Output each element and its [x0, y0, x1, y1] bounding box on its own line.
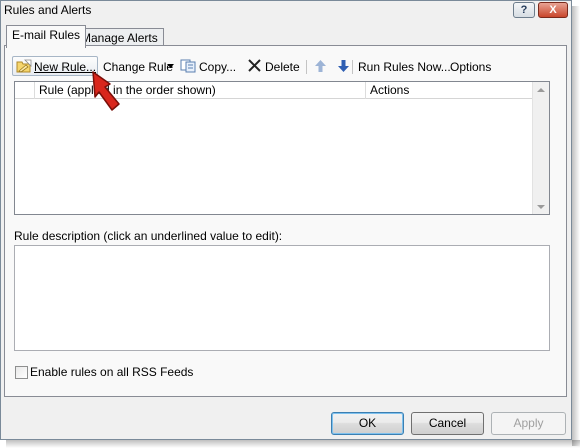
chevron-down-icon [167, 64, 174, 68]
toolbar-separator [306, 60, 307, 74]
ok-button[interactable]: OK [331, 412, 404, 435]
scroll-up-arrow-icon[interactable] [537, 88, 545, 92]
copy-button[interactable]: Copy... [199, 58, 236, 78]
rule-description-box[interactable] [14, 245, 550, 351]
title-bar: Rules and Alerts ? X [1, 1, 571, 21]
close-button[interactable]: X [538, 2, 568, 18]
rules-list-scrollbar[interactable] [532, 82, 549, 214]
cancel-button[interactable]: Cancel [411, 412, 484, 435]
new-rule-label: New Rule... [34, 60, 97, 74]
tab-email-rules[interactable]: E-mail Rules [6, 25, 87, 48]
delete-icon [248, 59, 261, 72]
help-button[interactable]: ? [513, 2, 535, 18]
copy-icon [180, 59, 196, 73]
enable-rss-rules-checkbox[interactable] [15, 366, 28, 379]
move-up-icon[interactable] [315, 60, 326, 72]
scroll-down-arrow-icon[interactable] [537, 205, 545, 209]
rule-description-label: Rule description (click an underlined va… [14, 229, 283, 243]
options-button[interactable]: Options [450, 58, 491, 78]
apply-button: Apply [491, 412, 566, 435]
enable-rss-rules-label[interactable]: Enable rules on all RSS Feeds [30, 365, 193, 379]
header-checkbox-column[interactable] [15, 82, 35, 99]
delete-button[interactable]: Delete [265, 58, 300, 78]
move-down-icon[interactable] [338, 60, 349, 72]
new-rule-icon [16, 59, 32, 73]
run-rules-now-button[interactable]: Run Rules Now... [358, 58, 451, 78]
red-pointer-arrow-icon [92, 71, 120, 111]
header-rule-column[interactable]: Rule (applied in the order shown) [35, 82, 366, 99]
toolbar-separator [352, 60, 353, 74]
header-actions-column[interactable]: Actions [366, 82, 533, 99]
window-title: Rules and Alerts [4, 3, 92, 17]
